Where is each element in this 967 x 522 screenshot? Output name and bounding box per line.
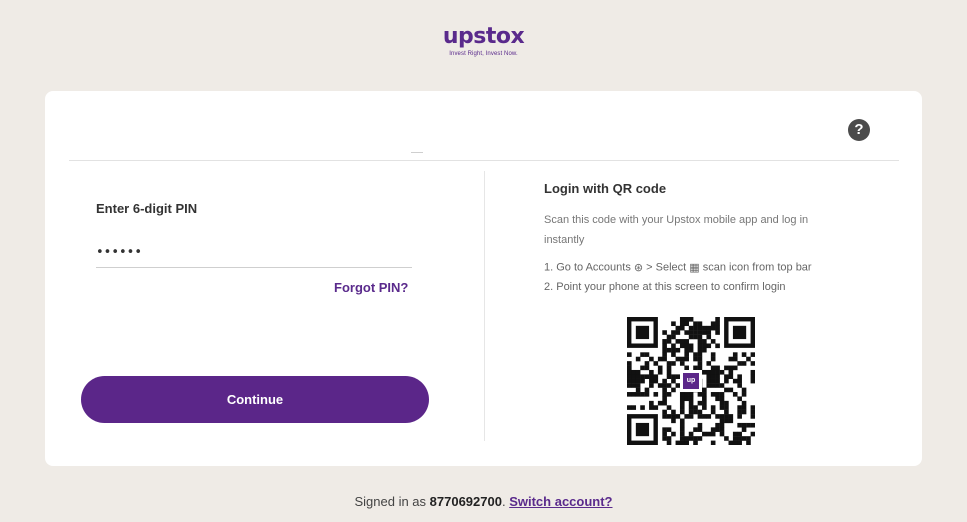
pin-label: Enter 6-digit PIN	[96, 201, 198, 216]
signed-in-phone: 8770692700	[429, 494, 502, 509]
qr-step-1: 1. Go to Accounts ⊛ > Select ▦ scan icon…	[544, 261, 812, 274]
panel-divider	[484, 171, 485, 441]
qr-description: Scan this code with your Upstox mobile a…	[544, 214, 809, 246]
forgot-pin-link[interactable]: Forgot PIN?	[334, 280, 408, 295]
qr-title: Login with QR code	[544, 181, 667, 196]
brand-tagline: Invest Right, Invest Now.	[449, 51, 518, 57]
brand-wordmark: upstox	[442, 24, 525, 49]
qr-code: up	[627, 317, 756, 446]
qr-logo-mark: up	[683, 373, 699, 389]
login-card: ? Enter 6-digit PIN Forgot PIN? Continue…	[45, 91, 922, 466]
qr-step-1-prefix: 1. Go to Accounts	[544, 261, 631, 274]
brand-logo: upstox Invest Right, Invest Now.	[0, 24, 967, 57]
switch-account-link[interactable]: Switch account?	[509, 494, 612, 509]
scan-icon: ▦	[689, 262, 700, 274]
pin-input[interactable]	[96, 237, 412, 268]
continue-button[interactable]: Continue	[81, 376, 429, 423]
card-header-divider	[69, 160, 899, 161]
signed-in-footer: Signed in as 8770692700. Switch account?	[0, 494, 967, 509]
qr-step-2: 2. Point your phone at this screen to co…	[544, 281, 786, 293]
divider-mark	[411, 152, 423, 153]
account-icon: ⊛	[633, 262, 644, 274]
qr-step-1-suffix: scan icon from top bar	[699, 261, 812, 274]
footer-prefix: Signed in as	[354, 494, 430, 509]
help-icon[interactable]: ?	[848, 119, 870, 141]
qr-logo: up	[680, 370, 702, 392]
login-page: upstox Invest Right, Invest Now. ? Enter…	[0, 0, 967, 522]
qr-step-1-mid: > Select	[643, 261, 690, 274]
